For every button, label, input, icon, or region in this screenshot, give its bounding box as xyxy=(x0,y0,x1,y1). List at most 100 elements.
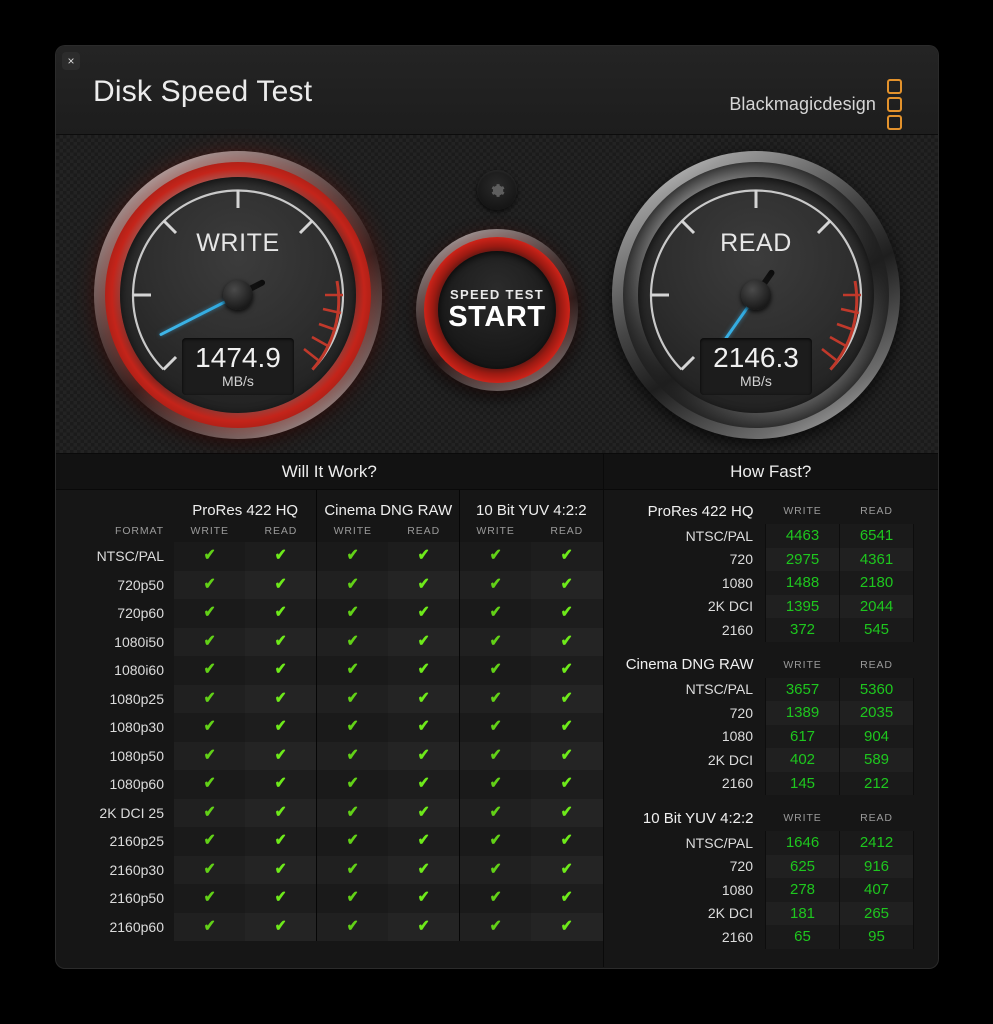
check-icon: ✔ xyxy=(417,917,430,935)
format-label: 2160p30 xyxy=(109,861,164,878)
check-icon: ✔ xyxy=(489,547,502,565)
support-check-icon: ✔ xyxy=(388,912,460,941)
check-icon: ✔ xyxy=(417,718,430,736)
check-icon: ✔ xyxy=(274,575,287,593)
check-icon: ✔ xyxy=(560,575,573,593)
table-row: 2160p30 ✔ ✔ ✔ ✔ ✔ ✔ xyxy=(56,855,603,884)
check-icon: ✔ xyxy=(560,746,573,764)
write-fps-value: 617 xyxy=(765,724,840,748)
check-icon: ✔ xyxy=(489,889,502,907)
start-button-sublabel: SPEED TEST xyxy=(450,286,544,302)
check-icon: ✔ xyxy=(489,832,502,850)
table-row: NTSC/PAL 4463 6541 xyxy=(618,524,914,548)
support-check-icon: ✔ xyxy=(174,798,246,827)
format-label: 2160p50 xyxy=(109,890,164,907)
support-check-icon: ✔ xyxy=(316,912,389,941)
table-row: 2160 145 212 xyxy=(618,771,914,795)
support-check-icon: ✔ xyxy=(531,770,603,799)
format-label: 1080i50 xyxy=(114,633,164,650)
check-icon: ✔ xyxy=(274,689,287,707)
format-label: 1080i60 xyxy=(114,662,164,679)
resolution-label: 2K DCI xyxy=(707,598,753,615)
table-row: 720 2975 4361 xyxy=(618,547,914,571)
support-check-icon: ✔ xyxy=(174,542,246,571)
table-row: 1080p60 ✔ ✔ ✔ ✔ ✔ ✔ xyxy=(56,770,603,799)
check-icon: ✔ xyxy=(346,746,359,764)
support-check-icon: ✔ xyxy=(531,798,603,827)
support-check-icon: ✔ xyxy=(459,798,532,827)
check-icon: ✔ xyxy=(560,860,573,878)
check-icon: ✔ xyxy=(417,632,430,650)
resolution-label: 2160 xyxy=(721,928,753,945)
column-header-write: WRITE xyxy=(316,520,389,542)
read-fps-value: 212 xyxy=(839,771,914,795)
write-fps-value: 625 xyxy=(765,854,840,878)
support-check-icon: ✔ xyxy=(531,656,603,685)
check-icon: ✔ xyxy=(417,604,430,622)
check-icon: ✔ xyxy=(489,604,502,622)
read-gauge: READ 2146.3 MB/s xyxy=(612,151,900,439)
read-fps-value: 5360 xyxy=(839,677,914,701)
support-check-icon: ✔ xyxy=(316,855,389,884)
support-check-icon: ✔ xyxy=(531,570,603,599)
will-it-work-header: ProRes 422 HQ Cinema DNG RAW 10 Bit YUV 4:… xyxy=(56,490,603,542)
column-header-read: READ xyxy=(550,525,584,537)
check-icon: ✔ xyxy=(560,832,573,850)
support-check-icon: ✔ xyxy=(316,656,389,685)
support-check-icon: ✔ xyxy=(174,912,246,941)
speed-test-start-button[interactable]: SPEED TEST START xyxy=(416,229,578,391)
check-icon: ✔ xyxy=(417,547,430,565)
check-icon: ✔ xyxy=(417,832,430,850)
check-icon: ✔ xyxy=(489,661,502,679)
check-icon: ✔ xyxy=(274,604,287,622)
write-gauge-label: WRITE xyxy=(196,229,280,257)
check-icon: ✔ xyxy=(274,718,287,736)
read-fps-value: 407 xyxy=(839,878,914,902)
support-check-icon: ✔ xyxy=(174,627,246,656)
resolution-label: 720 xyxy=(729,551,753,568)
table-row: 720p60 ✔ ✔ ✔ ✔ ✔ ✔ xyxy=(56,599,603,628)
table-row: 2160p25 ✔ ✔ ✔ ✔ ✔ ✔ xyxy=(56,827,603,856)
check-icon: ✔ xyxy=(489,575,502,593)
support-check-icon: ✔ xyxy=(245,741,317,770)
read-gauge-label: READ xyxy=(720,229,792,257)
write-fps-value: 1646 xyxy=(765,831,840,855)
support-check-icon: ✔ xyxy=(316,884,389,913)
check-icon: ✔ xyxy=(560,803,573,821)
resolution-label: NTSC/PAL xyxy=(685,527,753,544)
check-icon: ✔ xyxy=(203,803,216,821)
table-row: 1080p30 ✔ ✔ ✔ ✔ ✔ ✔ xyxy=(56,713,603,742)
check-icon: ✔ xyxy=(346,547,359,565)
check-icon: ✔ xyxy=(417,689,430,707)
support-check-icon: ✔ xyxy=(245,684,317,713)
support-check-icon: ✔ xyxy=(245,912,317,941)
support-check-icon: ✔ xyxy=(531,855,603,884)
how-fast-sections: ProRes 422 HQ WRITE READ NTSC/PAL 4463 6541 72… xyxy=(604,490,939,949)
check-icon: ✔ xyxy=(560,661,573,679)
table-row: 2K DCI 25 ✔ ✔ ✔ ✔ ✔ ✔ xyxy=(56,798,603,827)
section-column-header-read: READ xyxy=(860,505,893,517)
settings-button[interactable] xyxy=(477,170,517,210)
check-icon: ✔ xyxy=(417,661,430,679)
close-button[interactable]: × xyxy=(62,52,80,70)
check-icon: ✔ xyxy=(346,889,359,907)
resolution-label: 2160 xyxy=(721,775,753,792)
check-icon: ✔ xyxy=(346,689,359,707)
support-check-icon: ✔ xyxy=(245,884,317,913)
support-check-icon: ✔ xyxy=(531,713,603,742)
support-check-icon: ✔ xyxy=(174,684,246,713)
check-icon: ✔ xyxy=(560,775,573,793)
support-check-icon: ✔ xyxy=(388,770,460,799)
results-area: Will It Work? ProRes 422 HQ Cinema DNG RA… xyxy=(56,454,938,967)
write-fps-value: 2975 xyxy=(765,547,840,571)
read-fps-value: 2412 xyxy=(839,831,914,855)
blackmagic-mark-icon xyxy=(887,79,902,130)
table-row: 720 625 916 xyxy=(618,854,914,878)
check-icon: ✔ xyxy=(346,803,359,821)
check-icon: ✔ xyxy=(346,917,359,935)
start-button-label: START xyxy=(448,300,546,333)
support-check-icon: ✔ xyxy=(316,627,389,656)
support-check-icon: ✔ xyxy=(316,741,389,770)
support-check-icon: ✔ xyxy=(316,798,389,827)
resolution-label: 2K DCI xyxy=(707,905,753,922)
